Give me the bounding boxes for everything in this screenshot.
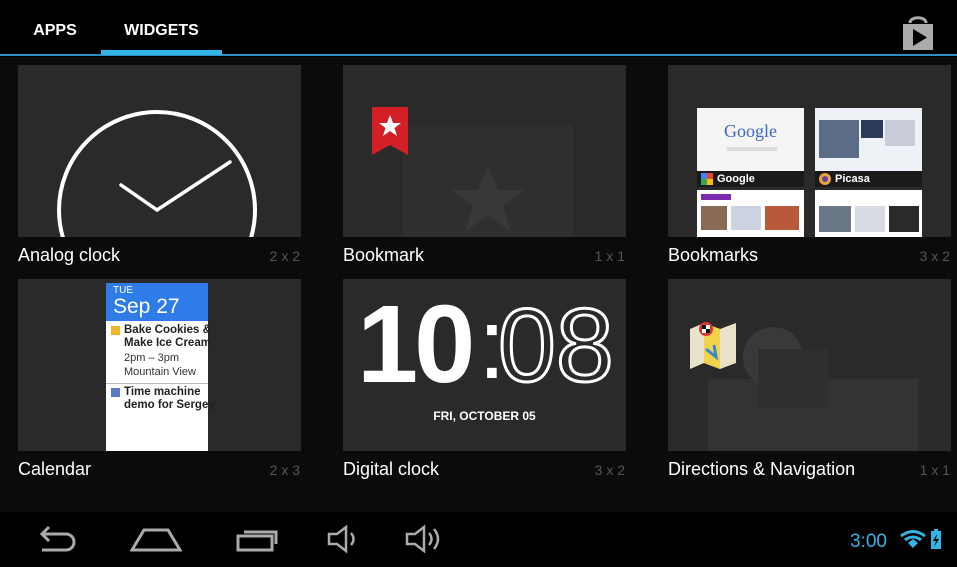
widget-name: Bookmarks xyxy=(668,245,759,265)
widget-name: Calendar xyxy=(18,459,92,479)
widget-size: 2 x 3 xyxy=(269,462,300,478)
calendar-card: TUE Sep 27 Bake Cookies & Make Ice Cream… xyxy=(106,283,215,451)
bookmark-ribbon-icon xyxy=(372,107,408,160)
status-clock: 3:00 xyxy=(850,531,887,552)
widget-tile-digital-clock[interactable]: 10 : 08 FRI, OCTOBER 05 Digital clock 3 … xyxy=(343,271,633,486)
battery-charging-icon xyxy=(931,529,941,549)
volume-up-icon[interactable] xyxy=(404,524,446,559)
widget-tile-directions[interactable]: Directions & Navigation 1 x 1 xyxy=(668,271,957,486)
widget-size: 3 x 2 xyxy=(594,462,625,478)
widget-tile-bookmarks[interactable]: Google Google Picasa Bookmarks 3 x 2 xyxy=(668,57,957,272)
clock-hour: 10 xyxy=(357,283,475,406)
widget-size: 1 x 1 xyxy=(594,248,625,264)
volume-down-icon[interactable] xyxy=(326,524,362,559)
clock-date: FRI, OCTOBER 05 xyxy=(433,409,536,423)
recents-icon[interactable] xyxy=(234,524,282,559)
widget-name: Analog clock xyxy=(18,245,121,265)
navigation-map-icon xyxy=(690,319,738,376)
calendar-header: TUE Sep 27 xyxy=(106,283,208,321)
bookmark-thumbnail-yahoo xyxy=(697,190,804,237)
calendar-preview: TUE Sep 27 Bake Cookies & Make Ice Cream… xyxy=(18,279,301,451)
calendar-date: Sep 27 xyxy=(113,295,180,318)
system-nav-bar xyxy=(0,512,957,567)
calendar-event: Time machine demo for Sergey xyxy=(106,385,215,425)
widget-name: Bookmark xyxy=(343,245,425,265)
widget-tile-bookmark[interactable]: Bookmark 1 x 1 xyxy=(343,57,633,272)
bookmark-caption: Google xyxy=(697,171,804,187)
event-color-icon xyxy=(111,388,120,397)
top-bar: APPS WIDGETS xyxy=(0,0,957,57)
widget-tile-analog-clock[interactable]: Analog clock 2 x 2 xyxy=(18,57,308,272)
google-favicon-icon xyxy=(701,173,713,185)
play-store-icon[interactable] xyxy=(898,14,938,50)
widget-name: Directions & Navigation xyxy=(668,459,856,479)
status-icons xyxy=(899,528,945,559)
widget-name: Digital clock xyxy=(343,459,440,479)
picasa-favicon-icon xyxy=(819,173,831,185)
widget-tile-calendar[interactable]: TUE Sep 27 Bake Cookies & Make Ice Cream… xyxy=(18,271,308,486)
clock-minute: 08 xyxy=(497,287,618,406)
digital-clock-preview: 10 : 08 FRI, OCTOBER 05 xyxy=(343,279,626,451)
active-tab-indicator xyxy=(101,50,222,55)
svg-text:08: 08 xyxy=(498,289,614,399)
bookmark-caption: Picasa xyxy=(815,171,922,187)
bookmark-thumbnail-news xyxy=(815,190,922,237)
widget-size: 2 x 2 xyxy=(269,248,300,264)
tab-apps[interactable]: APPS xyxy=(16,0,94,55)
google-logo: Google xyxy=(724,121,777,141)
analog-clock-preview xyxy=(18,65,301,237)
wifi-icon xyxy=(900,530,926,548)
bookmark-preview xyxy=(343,65,626,237)
bookmark-thumbnail-picasa: Picasa xyxy=(815,108,922,187)
calendar-event: Bake Cookies & Make Ice Cream 2pm – 3pm … xyxy=(106,323,211,381)
tab-widgets[interactable]: WIDGETS xyxy=(101,0,222,55)
widget-grid: Analog clock 2 x 2 Bookmark 1 x 1 Google xyxy=(0,57,957,512)
bookmark-thumbnail-google: Google Google xyxy=(697,108,804,187)
home-icon[interactable] xyxy=(129,524,183,559)
directions-preview xyxy=(668,279,951,451)
widget-size: 3 x 2 xyxy=(919,248,950,264)
bookmarks-preview: Google Google Picasa xyxy=(668,65,951,237)
event-color-icon xyxy=(111,326,120,335)
widget-size: 1 x 1 xyxy=(919,462,950,478)
back-icon[interactable] xyxy=(34,524,78,559)
analog-clock-icon xyxy=(57,110,257,237)
